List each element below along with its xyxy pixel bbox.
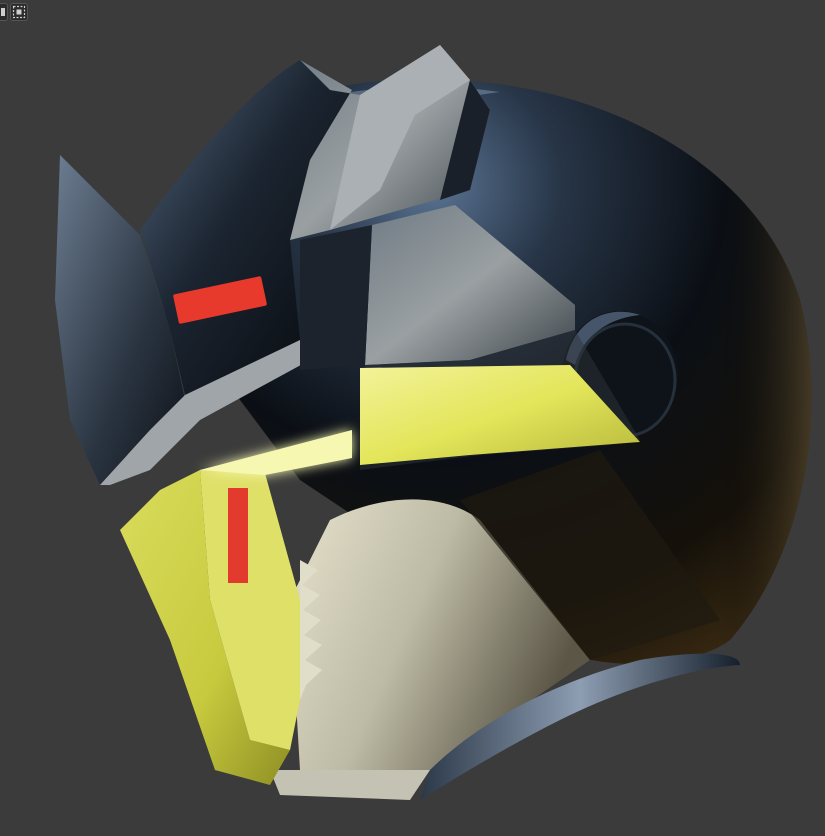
select-mode-button[interactable] [0,3,8,21]
select-box-icon [12,5,26,19]
chin-red-stripe [228,488,248,583]
select-mode-icon [0,8,5,16]
select-box-button[interactable] [10,3,28,21]
viewport-corner-toolbar [0,0,28,24]
face-gap [300,225,372,370]
3d-viewport[interactable] [0,0,825,836]
helmet-render[interactable] [0,0,825,836]
